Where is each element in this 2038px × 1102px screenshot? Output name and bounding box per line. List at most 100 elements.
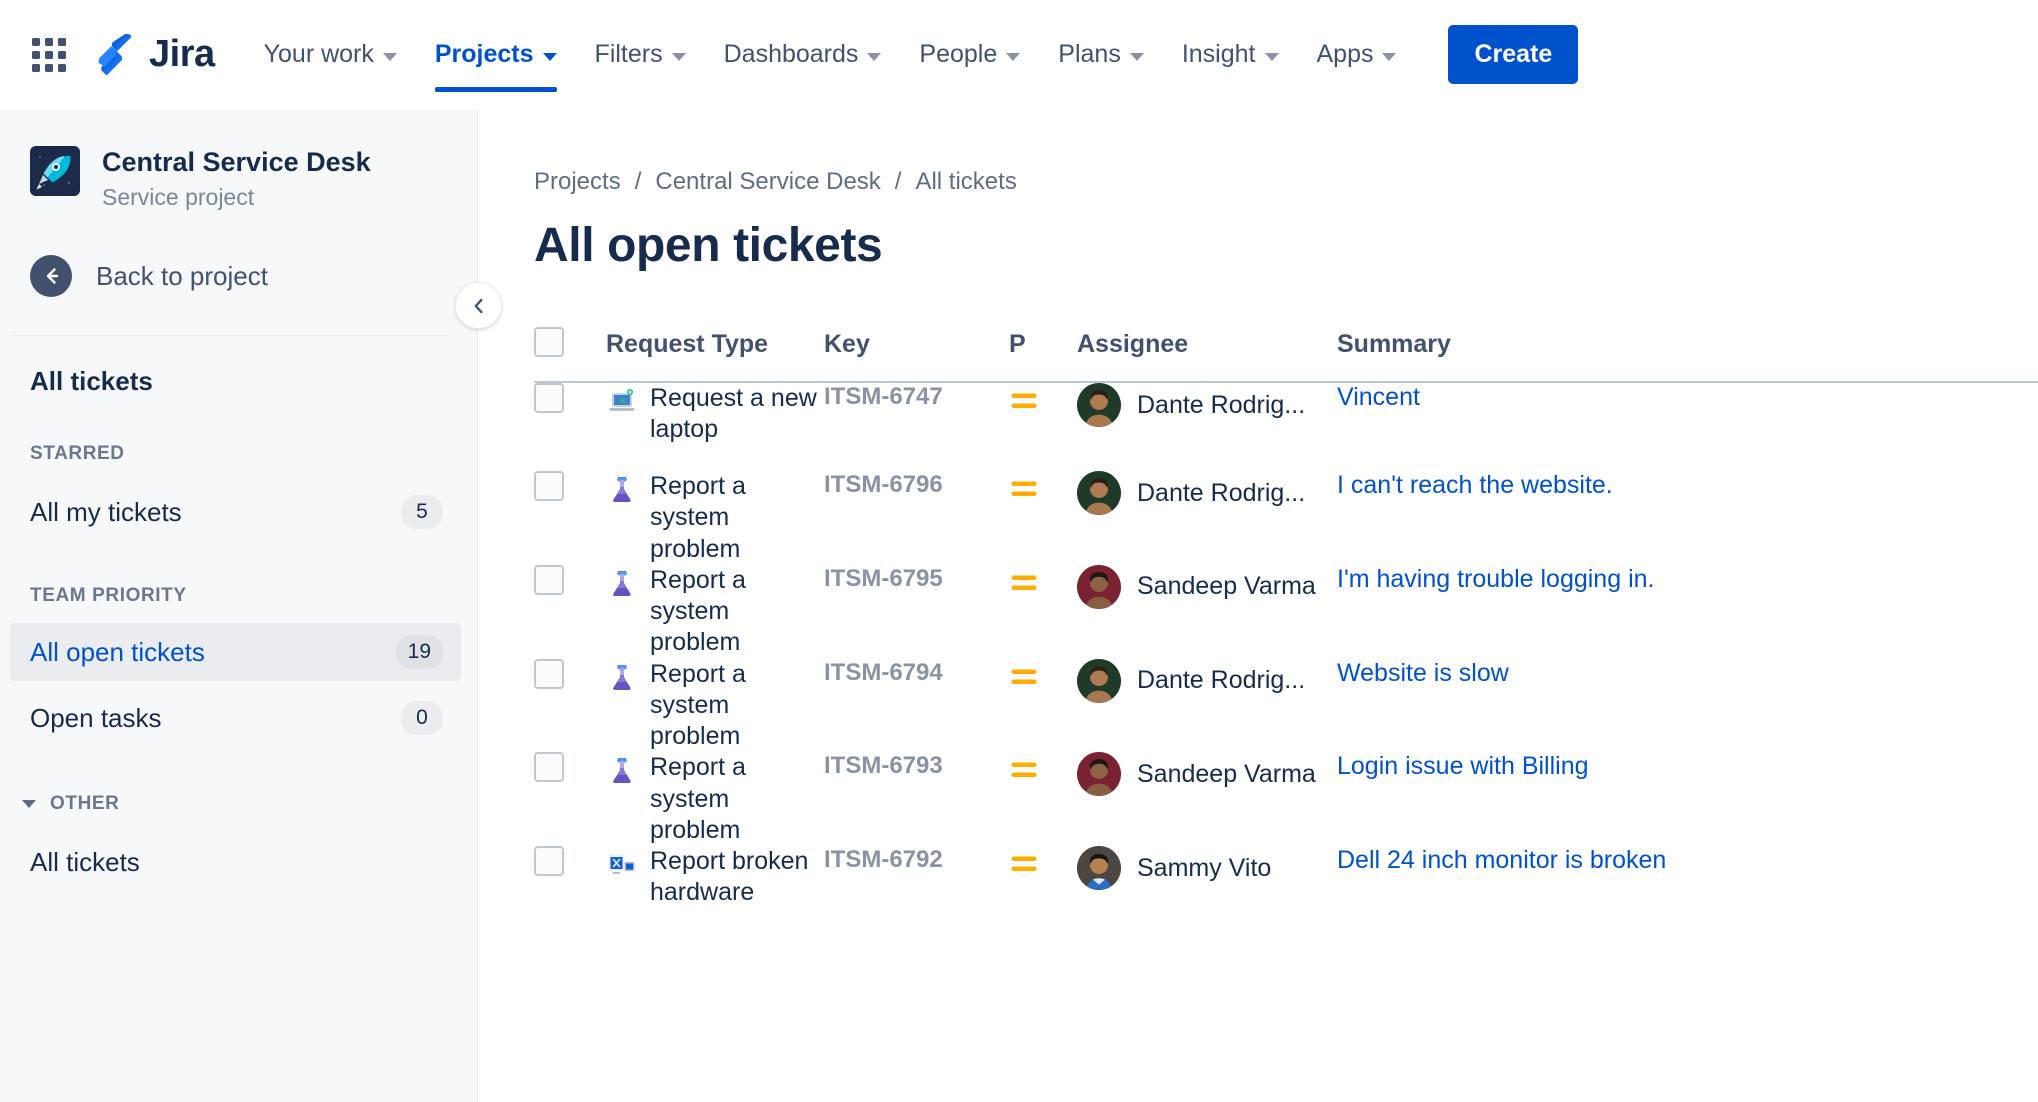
nav-label: Insight [1181,40,1256,68]
sidebar-collapse-button[interactable] [455,282,502,329]
ticket-key[interactable]: ITSM-6792 [824,846,943,873]
row-priority-cell [1009,659,1077,753]
summary-link[interactable]: I can't reach the website. [1337,471,1613,499]
row-request-type-cell: Report a system problem [606,565,824,659]
chevron-down-icon [382,52,397,61]
row-assignee-cell: Sandeep Varma [1077,564,1337,659]
nav-item-apps[interactable]: Apps [1298,0,1416,110]
ticket-key[interactable]: ITSM-6747 [824,383,943,410]
sidebar-item-all-tickets-other[interactable]: All tickets [10,835,461,890]
sidebar-section-other-label[interactable]: OTHER [0,793,477,815]
row-key-cell: ITSM-6792 [824,846,1009,935]
sidebar-item-all-open-tickets[interactable]: All open tickets 19 [10,623,461,682]
ticket-key[interactable]: ITSM-6795 [824,565,943,592]
nav-label: Filters [594,40,663,68]
nav-item-projects[interactable]: Projects [416,0,576,110]
sidebar-item-label: All open tickets [30,636,205,667]
column-header-summary[interactable]: Summary [1337,327,2038,383]
laptop-icon [606,385,638,417]
row-priority-cell [1009,565,1077,659]
flask-icon [606,661,638,693]
breadcrumb-item-projects[interactable]: Projects [534,168,621,196]
table-row[interactable]: Request a new laptop ITSM-6747 Dante Rod… [534,382,2038,471]
row-assignee-cell: Dante Rodrig... [1077,382,1337,471]
chevron-down-icon [1006,52,1021,61]
avatar[interactable] [1077,564,1121,609]
page-body: Central Service Desk Service project Bac… [0,110,2038,1102]
row-request-type-cell: Report broken hardware [606,846,824,935]
column-header-priority[interactable]: P [1009,327,1077,383]
sidebar-item-count: 0 [401,701,443,736]
row-select-cell [534,658,606,753]
ticket-key[interactable]: ITSM-6793 [824,752,943,779]
nav-item-your-work[interactable]: Your work [245,0,416,110]
priority-medium-icon [1009,851,1039,877]
grid-apps-icon[interactable] [26,32,72,78]
breadcrumb-item-all-tickets[interactable]: All tickets [915,168,1016,196]
chevron-down-icon [542,52,557,61]
select-all-checkbox[interactable] [534,327,564,357]
row-select-cell [534,471,606,565]
section-label-text: STARRED [30,443,125,465]
avatar[interactable] [1077,752,1121,797]
nav-item-filters[interactable]: Filters [576,0,705,110]
summary-link[interactable]: Dell 24 inch monitor is broken [1337,846,1666,874]
avatar[interactable] [1077,471,1121,515]
priority-medium-icon [1009,476,1039,502]
summary-link[interactable]: Vincent [1337,383,1420,411]
nav-item-people[interactable]: People [900,0,1039,110]
nav-label: Dashboards [723,40,859,68]
assignee-name: Dante Rodrig... [1137,478,1306,507]
avatar[interactable] [1077,658,1121,703]
row-summary-cell: I'm having trouble logging in. [1337,565,2038,659]
row-assignee-cell: Sammy Vito [1077,846,1337,935]
ticket-key[interactable]: ITSM-6796 [824,471,943,498]
row-priority-cell [1009,471,1077,565]
request-type-label: Report a system problem [650,565,746,657]
nav-item-plans[interactable]: Plans [1039,0,1163,110]
grid-dot [32,63,40,72]
table-row[interactable]: Report a system problem ITSM-6795 Sandee… [534,564,2038,659]
assignee-name: Dante Rodrig... [1137,666,1306,694]
sidebar-item-all-my-tickets[interactable]: All my tickets 5 [10,483,461,541]
create-button[interactable]: Create [1448,25,1579,84]
row-checkbox[interactable] [534,564,564,595]
sidebar-all-tickets-heading[interactable]: All tickets [0,336,477,397]
column-header-request-type[interactable]: Request Type [606,327,824,383]
priority-medium-icon [1009,388,1039,414]
nav-label: Your work [263,40,374,68]
ticket-key[interactable]: ITSM-6794 [824,659,943,686]
sidebar-item-count: 19 [395,635,443,670]
jira-wordmark: Jira [149,33,215,75]
row-checkbox[interactable] [534,752,564,783]
table-row[interactable]: Report a system problem ITSM-6796 Dante … [534,471,2038,565]
row-checkbox[interactable] [534,383,564,413]
section-label-text: TEAM PRIORITY [30,585,187,607]
assignee-name: Sandeep Varma [1137,759,1316,788]
row-checkbox[interactable] [534,658,564,689]
project-header[interactable]: Central Service Desk Service project [0,110,477,211]
nav-item-dashboards[interactable]: Dashboards [705,0,901,110]
table-row[interactable]: Report a system problem ITSM-6794 Dante … [534,658,2038,753]
table-row[interactable]: Report a system problem ITSM-6793 Sandee… [534,752,2038,846]
breadcrumb-item-central-service-desk[interactable]: Central Service Desk [655,168,880,196]
nav-item-insight[interactable]: Insight [1163,0,1298,110]
back-to-project-button[interactable]: Back to project [0,211,477,298]
page-title: All open tickets [534,219,883,272]
row-checkbox[interactable] [534,846,564,876]
flask-icon [606,473,638,505]
column-header-key[interactable]: Key [824,327,1009,383]
table-row[interactable]: Report broken hardware ITSM-6792 Sammy V… [534,846,2038,935]
jira-home-link[interactable]: Jira [98,33,215,76]
grid-dot [32,37,40,46]
summary-link[interactable]: Website is slow [1337,659,1509,687]
sidebar-item-open-tasks[interactable]: Open tasks 0 [10,689,461,747]
row-key-cell: ITSM-6796 [824,471,1009,565]
summary-link[interactable]: I'm having trouble logging in. [1337,565,1654,593]
table-header-row: Request Type Key P Assignee Summary [534,327,2038,383]
avatar[interactable] [1077,383,1121,427]
column-header-assignee[interactable]: Assignee [1077,327,1337,383]
row-checkbox[interactable] [534,471,564,501]
avatar[interactable] [1077,846,1121,890]
summary-link[interactable]: Login issue with Billing [1337,752,1589,780]
